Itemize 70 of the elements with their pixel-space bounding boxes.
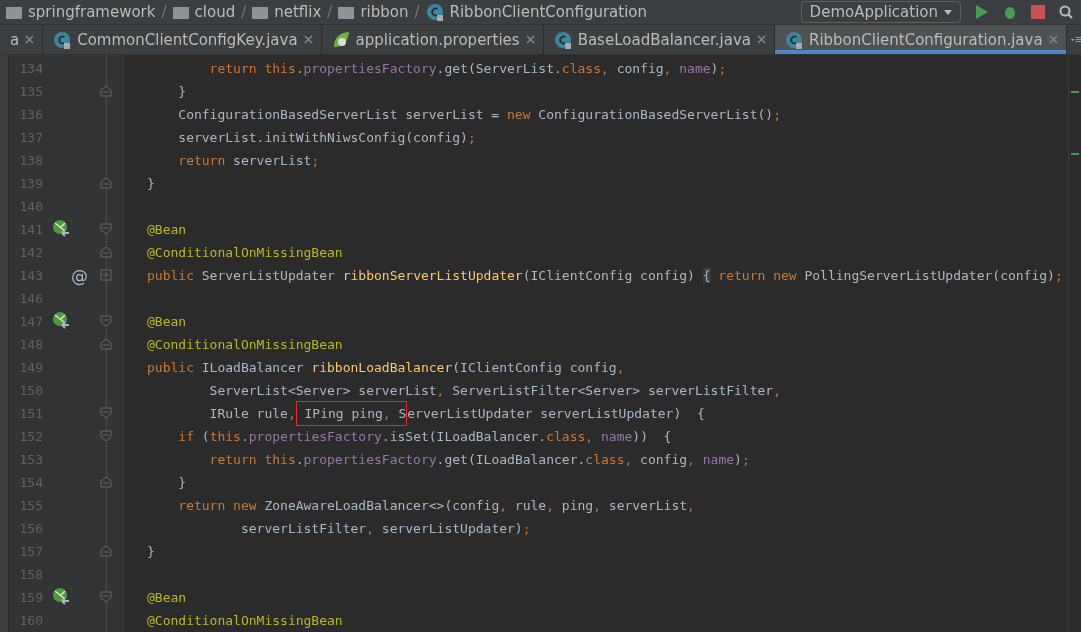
class-icon [425, 3, 444, 21]
bean-icon[interactable] [51, 310, 71, 329]
folder-icon [6, 5, 22, 19]
bean-icon[interactable] [51, 586, 71, 605]
folder-icon [338, 5, 355, 19]
editor-tab[interactable]: RibbonClientConfiguration.java [774, 25, 1067, 54]
breadcrumb[interactable]: netflix [252, 3, 322, 21]
folder-icon [172, 5, 189, 19]
collapse-fold-icon[interactable] [100, 246, 112, 258]
expand-fold-icon[interactable] [100, 269, 112, 281]
override-marker[interactable]: @ [71, 265, 88, 286]
collapse-fold-icon[interactable] [100, 591, 112, 603]
breadcrumb[interactable]: cloud [172, 3, 236, 21]
code-line: } [177, 83, 188, 101]
code-line: return this.propertiesFactory.get(ILoadBalancer.class, config, name); [208, 451, 751, 469]
folder-icon [252, 5, 269, 19]
close-icon[interactable] [1048, 35, 1058, 44]
close-icon[interactable] [756, 35, 766, 44]
collapse-fold-icon[interactable] [100, 338, 112, 350]
collapse-fold-icon[interactable] [100, 177, 112, 189]
breadcrumb[interactable]: springframework [6, 3, 156, 21]
path-separator: / [161, 3, 167, 21]
caret-icon [944, 9, 952, 15]
code-line: ServerList<Server> serverList, ServerListFilter<Server> serverListFilter, [208, 382, 782, 400]
class-icon [53, 30, 72, 49]
code-line: @ConditionalOnMissingBean [147, 336, 344, 354]
collapse-fold-icon[interactable] [100, 545, 112, 557]
code-line: IRule rule, IPing ping, ServerListUpdater serverListUpdater) { [147, 402, 1068, 425]
close-icon[interactable] [303, 35, 313, 44]
run-icon[interactable] [975, 5, 989, 19]
code-line: @Bean [147, 589, 188, 607]
code-line: serverListFilter, serverListUpdater); [239, 520, 532, 538]
collapse-fold-icon[interactable] [100, 315, 112, 327]
change-marker [1071, 153, 1079, 155]
bug-icon[interactable] [1003, 5, 1017, 19]
collapse-fold-icon[interactable] [100, 476, 112, 488]
code-line: public ServerListUpdater ribbonServerListUpdater(IClientConfig config) { return new PollingServerListUpdater(config); [147, 267, 1064, 285]
code-line: ConfigurationBasedServerList serverList = new ConfigurationBasedServerList(); [177, 106, 782, 124]
collapse-fold-icon[interactable] [100, 223, 112, 235]
breadcrumb[interactable]: ribbon [338, 3, 409, 21]
code-line: serverList.initWithNiwsConfig(config); [177, 129, 477, 147]
leaf-icon [331, 30, 350, 49]
bean-icon[interactable] [51, 218, 71, 237]
code-line: if (this.propertiesFactory.isSet(ILoadBalancer.class, name)) { [177, 428, 673, 446]
path-separator: / [327, 3, 333, 21]
change-marker [1071, 91, 1079, 93]
code-line: return serverList; [177, 152, 321, 170]
code-line: @Bean [147, 221, 188, 239]
code-line: return new ZoneAwareLoadBalancer<>(config, rule, ping, serverList, [177, 497, 696, 515]
class-icon [553, 30, 572, 49]
code-line: } [147, 543, 156, 561]
code-line: @ConditionalOnMissingBean [147, 612, 344, 630]
run-configuration-dropdown[interactable]: DemoApplication [800, 1, 961, 23]
code-line: @ConditionalOnMissingBean [147, 244, 344, 262]
collapse-fold-icon[interactable] [100, 407, 112, 419]
collapse-fold-icon[interactable] [100, 430, 112, 442]
class-icon [784, 30, 803, 49]
path-separator: / [414, 3, 420, 21]
collapse-fold-icon[interactable] [100, 85, 112, 97]
search-icon[interactable] [1059, 5, 1073, 19]
highlight-box: IPing ping, S [295, 401, 408, 426]
code-line: } [147, 175, 156, 193]
code-line: public ILoadBalancer ribbonLoadBalancer(IClientConfig config, [147, 359, 626, 377]
close-icon[interactable] [525, 35, 535, 44]
path-separator: / [241, 3, 247, 21]
close-icon[interactable] [25, 35, 35, 44]
breadcrumb[interactable]: RibbonClientConfiguration [425, 3, 647, 21]
code-line: return this.propertiesFactory.get(ServerList.class, config, name); [208, 60, 728, 78]
code-line: } [177, 474, 188, 492]
code-line: @Bean [147, 313, 188, 331]
